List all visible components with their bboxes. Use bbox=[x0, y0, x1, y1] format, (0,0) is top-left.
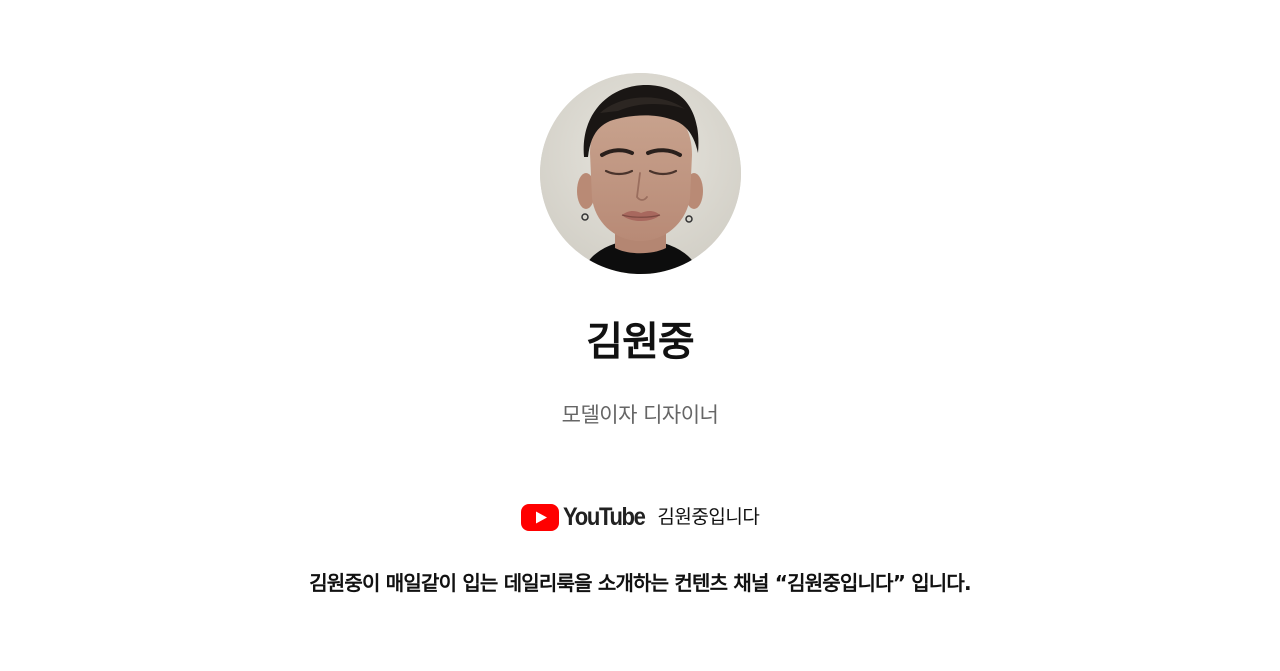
avatar bbox=[540, 73, 741, 274]
youtube-wordmark: YouTube bbox=[562, 503, 646, 531]
avatar-portrait bbox=[540, 73, 741, 274]
youtube-play-icon bbox=[520, 503, 559, 531]
youtube-logo: YouTube bbox=[520, 502, 648, 532]
channel-description: 김원중이 매일같이 입는 데일리룩을 소개하는 컨텐츠 채널 “김원중입니다” … bbox=[309, 571, 971, 595]
profile-section: 김원중 모델이자 디자이너 YouTube 김원중입니다 김원중이 매일같이 입… bbox=[0, 0, 1280, 671]
profile-role: 모델이자 디자이너 bbox=[561, 403, 719, 427]
profile-name: 김원중 bbox=[586, 319, 694, 365]
channel-name[interactable]: 김원중입니다 bbox=[657, 502, 759, 532]
youtube-channel-link[interactable]: YouTube 김원중입니다 bbox=[0, 500, 1280, 534]
